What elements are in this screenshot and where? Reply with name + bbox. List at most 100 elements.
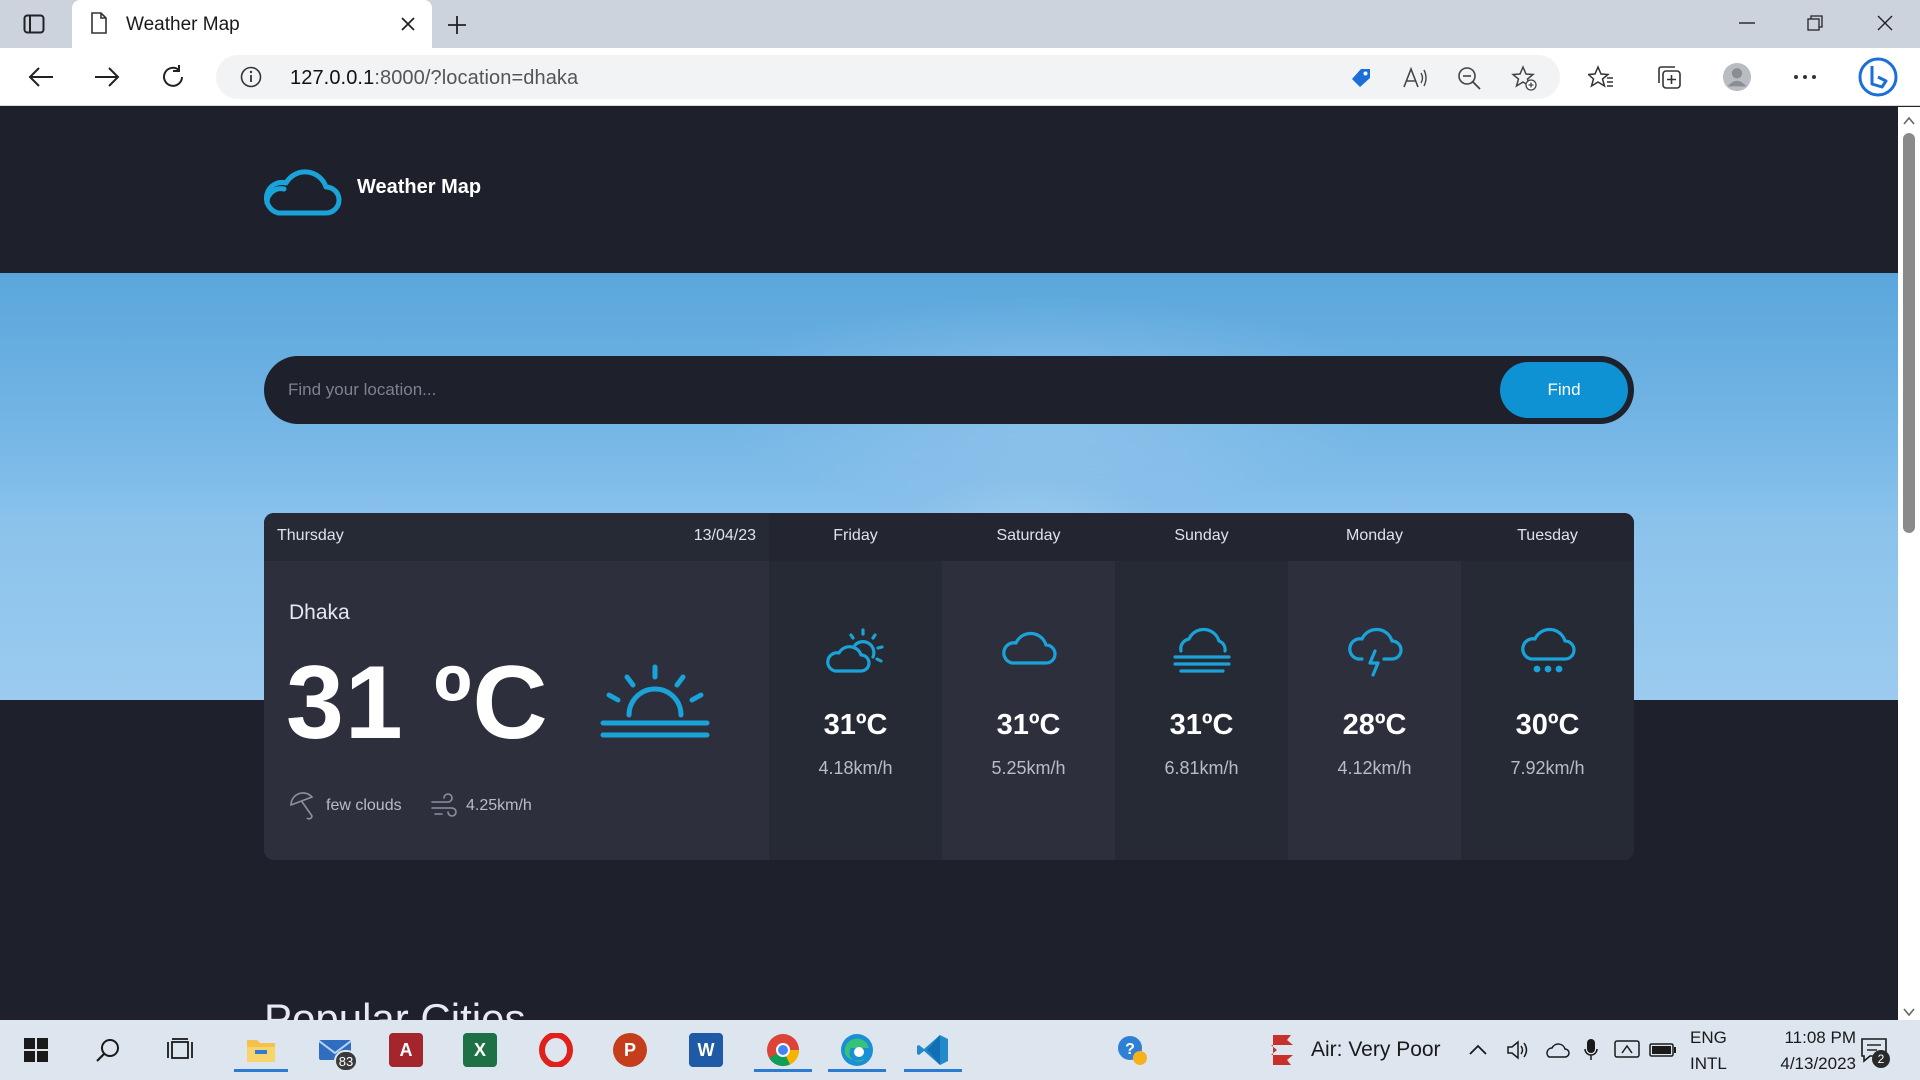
fog-icon bbox=[1173, 627, 1231, 673]
description-text: few clouds bbox=[326, 797, 402, 814]
sunrise-icon bbox=[599, 663, 711, 743]
page-viewport: Weather Map Find Thursday 13/04/23 Dhaka… bbox=[0, 107, 1898, 1020]
notification-icon[interactable]: 2 bbox=[1852, 1028, 1896, 1072]
site-title[interactable]: Weather Map bbox=[357, 176, 481, 199]
back-icon[interactable] bbox=[24, 60, 58, 94]
powerpoint-icon[interactable]: P bbox=[608, 1028, 652, 1072]
close-icon[interactable] bbox=[394, 10, 422, 38]
wind-text: 4.25km/h bbox=[466, 797, 532, 814]
url-path: :8000/?location=dhaka bbox=[374, 67, 579, 89]
thunderstorm-icon bbox=[1348, 627, 1403, 677]
running-indicator bbox=[904, 1069, 962, 1072]
air-quality-icon[interactable] bbox=[1260, 1028, 1304, 1072]
forecast-day-header: Sunday bbox=[1115, 513, 1288, 561]
wind-icon bbox=[431, 793, 457, 817]
favorites-icon[interactable] bbox=[1586, 62, 1616, 92]
coupon-tag-icon[interactable] bbox=[1348, 65, 1374, 91]
mail-badge: 83 bbox=[334, 1050, 358, 1072]
location-search-input[interactable] bbox=[264, 356, 1484, 424]
cloud-logo-icon[interactable] bbox=[264, 165, 342, 217]
wind-speed: 4.25km/h bbox=[430, 791, 532, 821]
air-quality-text[interactable]: Air: Very Poor bbox=[1311, 1038, 1441, 1062]
read-aloud-icon[interactable] bbox=[1402, 65, 1428, 91]
display-settings-icon[interactable] bbox=[1610, 1028, 1644, 1072]
running-indicator bbox=[754, 1069, 812, 1072]
close-window-icon[interactable] bbox=[1862, 8, 1908, 38]
info-icon[interactable] bbox=[240, 66, 262, 88]
scroll-down-arrow-icon[interactable] bbox=[1903, 1004, 1915, 1017]
forecast-day: Friday 31ºC 4.18km/h bbox=[769, 513, 942, 860]
windows-taskbar: 83 A X P W ? Air: Very Poor ENG INTL 11:… bbox=[0, 1020, 1920, 1080]
vscode-icon[interactable] bbox=[904, 1028, 962, 1072]
day-wind: 4.18km/h bbox=[818, 758, 893, 778]
plus-icon[interactable] bbox=[442, 10, 472, 40]
day-wind: 5.25km/h bbox=[991, 758, 1066, 778]
day-wind: 7.92km/h bbox=[1510, 758, 1585, 778]
access-icon[interactable]: A bbox=[384, 1028, 428, 1072]
language-indicator[interactable]: ENG bbox=[1690, 1028, 1727, 1048]
umbrella-icon bbox=[290, 792, 314, 820]
help-icon[interactable]: ? bbox=[1110, 1028, 1154, 1072]
mail-icon[interactable]: 83 bbox=[308, 1028, 362, 1072]
current-temperature: 31 ºC bbox=[286, 645, 549, 761]
clock-date[interactable]: 4/13/2023 bbox=[1742, 1054, 1856, 1074]
day-temperature: 31ºC bbox=[1169, 709, 1234, 741]
refresh-icon[interactable] bbox=[156, 60, 190, 94]
today-date: 13/04/23 bbox=[693, 527, 756, 544]
running-indicator bbox=[234, 1069, 288, 1072]
scroll-up-arrow-icon[interactable] bbox=[1903, 113, 1915, 125]
day-name: Sunday bbox=[1174, 527, 1229, 544]
more-icon[interactable] bbox=[1790, 62, 1820, 92]
today-day: Thursday bbox=[277, 527, 344, 544]
forward-icon[interactable] bbox=[90, 60, 124, 94]
browser-toolbar: 127.0.0.1:8000/?location=dhaka bbox=[0, 48, 1920, 106]
edge-icon[interactable] bbox=[828, 1028, 886, 1072]
clock-time[interactable]: 11:08 PM bbox=[1752, 1028, 1856, 1048]
forecast-day-header: Monday bbox=[1288, 513, 1461, 561]
page-scrollbar[interactable] bbox=[1898, 107, 1920, 1020]
word-icon[interactable]: W bbox=[684, 1028, 728, 1072]
collections-icon[interactable] bbox=[1654, 62, 1684, 92]
weather-description: few clouds bbox=[288, 791, 402, 821]
day-name: Tuesday bbox=[1517, 527, 1578, 544]
minimize-icon[interactable] bbox=[1724, 8, 1770, 38]
scrollbar-thumb[interactable] bbox=[1903, 133, 1915, 533]
day-name: Saturday bbox=[996, 527, 1061, 544]
forecast-day-header: Saturday bbox=[942, 513, 1115, 561]
snow-icon bbox=[1521, 627, 1576, 673]
bing-icon[interactable] bbox=[1858, 57, 1898, 97]
forecast-day: Tuesday 30ºC 7.92km/h bbox=[1461, 513, 1634, 860]
site-header: Weather Map bbox=[0, 107, 1898, 273]
cloud-icon bbox=[1002, 631, 1057, 665]
opera-icon[interactable] bbox=[534, 1028, 578, 1072]
chrome-icon[interactable] bbox=[754, 1028, 812, 1072]
today-header: Thursday 13/04/23 bbox=[264, 513, 769, 561]
browser-tab[interactable]: Weather Map bbox=[72, 0, 432, 48]
search-icon[interactable] bbox=[86, 1028, 130, 1072]
keyboard-layout-indicator[interactable]: INTL bbox=[1690, 1054, 1727, 1074]
task-view-icon[interactable] bbox=[158, 1028, 202, 1072]
partly-sunny-icon bbox=[826, 628, 884, 673]
windows-start-icon[interactable] bbox=[14, 1028, 58, 1072]
profile-icon[interactable] bbox=[1722, 62, 1752, 92]
restore-icon[interactable] bbox=[1792, 8, 1838, 38]
battery-icon[interactable] bbox=[1646, 1028, 1680, 1072]
excel-icon[interactable]: X bbox=[458, 1028, 502, 1072]
chevron-up-icon[interactable] bbox=[1462, 1028, 1494, 1072]
day-wind: 4.12km/h bbox=[1337, 758, 1412, 778]
file-explorer-icon[interactable] bbox=[234, 1028, 288, 1072]
address-bar[interactable]: 127.0.0.1:8000/?location=dhaka bbox=[216, 55, 1560, 99]
city-name: Dhaka bbox=[289, 601, 350, 624]
browser-tab-bar: Weather Map bbox=[0, 0, 1920, 48]
onedrive-icon[interactable] bbox=[1540, 1028, 1574, 1072]
add-favorite-icon[interactable] bbox=[1511, 65, 1537, 91]
zoom-out-icon[interactable] bbox=[1456, 65, 1482, 91]
volume-icon[interactable] bbox=[1502, 1028, 1534, 1072]
tab-actions-icon[interactable] bbox=[20, 12, 48, 36]
page-icon bbox=[90, 12, 110, 36]
microphone-icon[interactable] bbox=[1576, 1028, 1606, 1072]
running-indicator bbox=[828, 1069, 886, 1072]
find-button[interactable]: Find bbox=[1500, 362, 1628, 418]
day-temperature: 30ºC bbox=[1515, 709, 1580, 741]
url-text[interactable]: 127.0.0.1:8000/?location=dhaka bbox=[290, 67, 578, 90]
